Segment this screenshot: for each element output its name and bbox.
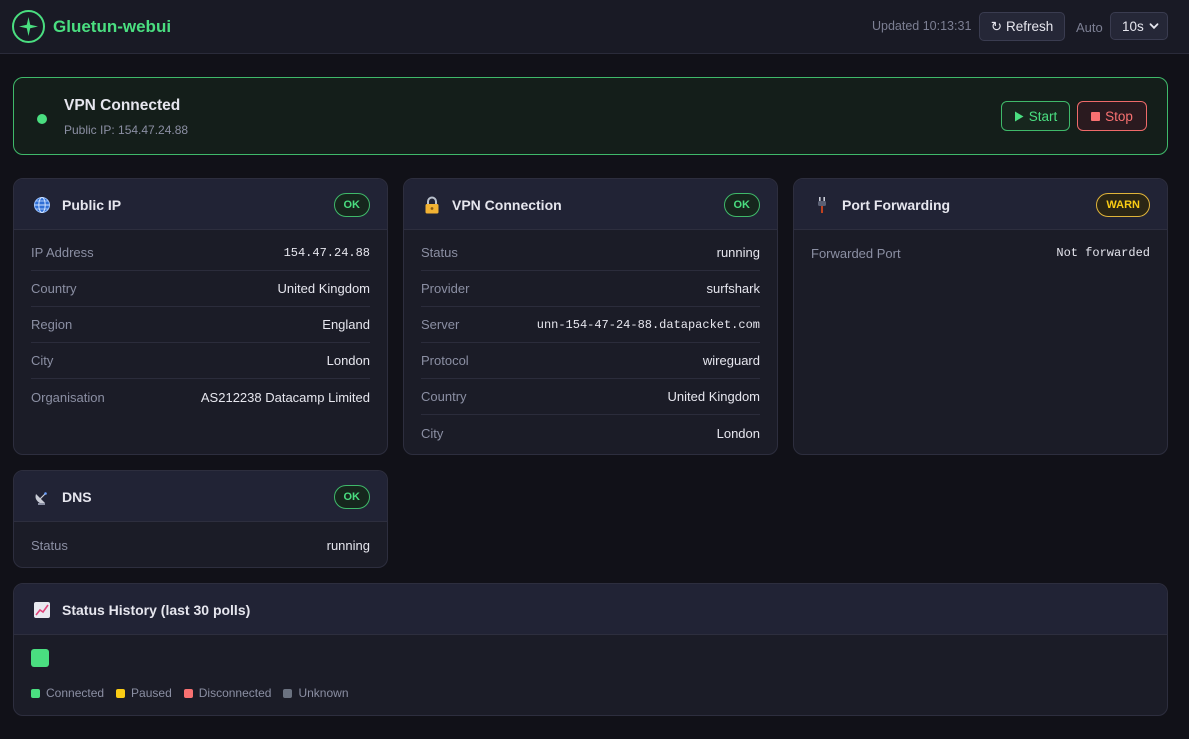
- card-header: VPN Connection OK: [404, 179, 777, 230]
- updated-timestamp: Updated 10:13:31: [872, 19, 972, 33]
- row-label: IP Address: [31, 245, 94, 260]
- card-header: Status History (last 30 polls): [14, 584, 1167, 635]
- vpn-status-banner: VPN Connected Public IP: 154.47.24.88 St…: [13, 77, 1168, 155]
- stop-icon: [1091, 111, 1101, 121]
- status-badge: OK: [333, 485, 370, 509]
- row-label: Country: [31, 281, 77, 296]
- legend-swatch: [31, 688, 40, 698]
- card-title: DNS: [62, 489, 92, 505]
- row-status: Status running: [421, 235, 760, 271]
- row-value: running: [716, 245, 760, 260]
- row-value: London: [326, 353, 370, 368]
- play-icon: [1014, 111, 1024, 121]
- vpn-status-title: VPN Connected: [64, 97, 181, 114]
- public-ip-card: Public IP OK IP Address 154.47.24.88 Coun…: [13, 178, 388, 455]
- legend-label: Disconnected: [198, 686, 272, 700]
- card-title: Status History (last 30 polls): [62, 602, 251, 618]
- row-country: Country United Kingdom: [31, 271, 370, 307]
- globe-icon: [32, 195, 52, 215]
- row-label: Server: [421, 317, 460, 332]
- dns-card: DNS OK Status running: [13, 470, 388, 568]
- row-label: City: [421, 425, 444, 441]
- port-forwarding-card: Port Forwarding WARN Forwarded Port Not f…: [793, 178, 1168, 455]
- start-label: Start: [1028, 108, 1058, 124]
- row-value: England: [322, 317, 370, 332]
- row-server: Server unn-154-47-24-88.datapacket.com: [421, 307, 760, 343]
- card-title: VPN Connection: [452, 197, 562, 213]
- card-header: DNS OK: [14, 471, 387, 522]
- row-country: Country United Kingdom: [421, 379, 760, 415]
- row-label: Status: [31, 537, 68, 553]
- stop-button[interactable]: Stop: [1077, 101, 1147, 131]
- stop-label: Stop: [1105, 108, 1133, 124]
- status-badge: OK: [723, 193, 760, 217]
- start-button[interactable]: Start: [1001, 101, 1070, 131]
- row-organisation: Organisation AS212238 Datacamp Limited: [31, 379, 370, 415]
- row-provider: Provider surfshark: [421, 271, 760, 307]
- row-value: running: [326, 537, 370, 553]
- vpn-connection-card: VPN Connection OK Status running Provider…: [403, 178, 778, 455]
- row-value: unn-154-47-24-88.datapacket.com: [536, 317, 760, 332]
- row-value: United Kingdom: [667, 389, 761, 404]
- legend-swatch: [183, 688, 193, 698]
- satellite-dish-icon: [32, 487, 52, 507]
- row-label: Protocol: [421, 353, 469, 368]
- chart-increasing-icon: [32, 600, 52, 620]
- status-history-card: Status History (last 30 polls) Connected…: [13, 583, 1168, 716]
- public-ip-subtitle: Public IP: 154.47.24.88: [64, 123, 189, 137]
- connection-status-dot: [37, 114, 47, 124]
- lock-icon: [422, 195, 442, 215]
- refresh-button[interactable]: ↻ Refresh: [979, 12, 1065, 41]
- legend-unknown: Unknown: [283, 686, 349, 700]
- legend-swatch: [283, 688, 293, 698]
- row-value: Not forwarded: [1056, 246, 1150, 260]
- legend-disconnected: Disconnected: [183, 686, 272, 700]
- card-title: Public IP: [62, 197, 122, 213]
- row-value: London: [716, 425, 760, 441]
- auto-refresh-select[interactable]: 10s: [1110, 12, 1168, 40]
- refresh-label: Refresh: [1006, 19, 1054, 34]
- auto-refresh-label: Auto: [1076, 20, 1103, 35]
- legend-label: Connected: [46, 686, 105, 700]
- compass-logo-icon: [12, 10, 45, 43]
- refresh-icon: ↻: [990, 18, 1003, 34]
- row-label: Country: [421, 389, 467, 404]
- status-badge: OK: [333, 193, 370, 217]
- row-label: Provider: [421, 281, 470, 296]
- row-city: City London: [31, 343, 370, 379]
- row-value: surfshark: [706, 281, 760, 296]
- card-header: Port Forwarding WARN: [794, 179, 1167, 230]
- auto-refresh-value: 10s: [1122, 18, 1144, 34]
- legend-connected: Connected: [31, 686, 104, 700]
- row-label: Organisation: [31, 389, 105, 405]
- row-status: Status running: [31, 527, 370, 563]
- row-label: Status: [421, 245, 458, 260]
- legend-swatch: [116, 688, 126, 698]
- brand: Gluetun-webui: [12, 10, 171, 43]
- row-value: United Kingdom: [277, 281, 371, 296]
- row-label: Forwarded Port: [811, 245, 901, 261]
- row-forwarded-port: Forwarded Port Not forwarded: [811, 235, 1150, 271]
- history-poll-square[interactable]: [31, 649, 49, 667]
- row-value: wireguard: [702, 353, 760, 368]
- app-title: Gluetun-webui: [53, 16, 172, 36]
- top-header: Gluetun-webui Updated 10:13:31 ↻ Refresh…: [0, 0, 1189, 54]
- row-value: 154.47.24.88: [283, 245, 370, 260]
- card-header: Public IP OK: [14, 179, 387, 230]
- row-city: City London: [421, 415, 760, 451]
- row-region: Region England: [31, 307, 370, 343]
- row-label: City: [31, 353, 54, 368]
- legend-paused: Paused: [116, 686, 172, 700]
- status-badge: WARN: [1096, 193, 1150, 217]
- history-legend: Connected Paused Disconnected Unknown: [31, 686, 349, 700]
- row-value: AS212238 Datacamp Limited: [200, 389, 370, 405]
- legend-label: Paused: [131, 686, 172, 700]
- row-ip-address: IP Address 154.47.24.88: [31, 235, 370, 271]
- row-label: Region: [31, 317, 73, 332]
- legend-label: Unknown: [298, 686, 349, 700]
- row-protocol: Protocol wireguard: [421, 343, 760, 379]
- card-title: Port Forwarding: [842, 197, 951, 213]
- chevron-down-icon: [1149, 23, 1159, 30]
- plug-icon: [812, 195, 832, 215]
